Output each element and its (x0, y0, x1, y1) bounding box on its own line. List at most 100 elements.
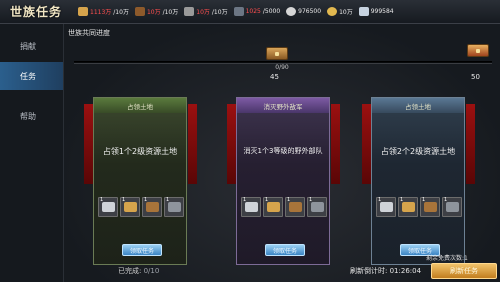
task-card: 占领土地 占领1个2级资源土地 1 1 1 1 领取任务 (93, 97, 187, 265)
claim-task-button[interactable]: 领取任务 (265, 244, 305, 256)
task-card: 占领土地 占领2个2级资源土地 1 1 1 1 领取任务 (371, 97, 465, 265)
red-banner (84, 104, 93, 184)
wheat-icon (402, 202, 415, 212)
reward-qty: 1 (287, 197, 291, 203)
reward-qty: 1 (400, 197, 404, 203)
resource-cap: /5000 (262, 8, 281, 15)
reward-qty: 1 (144, 197, 148, 203)
resource-value: 10万 (146, 9, 161, 16)
reward-list: 1 1 1 1 (98, 197, 184, 217)
task-title: 消灭野外敌军 (237, 98, 329, 113)
reward-qty: 1 (243, 197, 247, 203)
wood-icon (289, 202, 302, 212)
resource-stone: 10万/10万 (184, 7, 228, 16)
resource-cap: /10万 (211, 9, 228, 16)
main-panel: 世族共同进度 0/90 45 50 占领土地 占领1个2级资源土地 1 1 1 … (64, 24, 500, 282)
reward-item[interactable]: 1 (376, 197, 396, 217)
resource-value: 10万 (339, 9, 353, 16)
refresh-tasks-button[interactable]: 刷新任务 (431, 263, 497, 279)
resource-cap: /10万 (162, 9, 179, 16)
reward-qty: 1 (422, 197, 426, 203)
stone-icon (168, 202, 181, 212)
reward-qty: 1 (378, 197, 382, 203)
resource-iron: 1025/5000 (233, 7, 281, 16)
silver-ingot-icon (380, 202, 393, 212)
treasure-chest-icon[interactable] (266, 47, 288, 60)
milestone-label: 50 (471, 73, 480, 81)
reward-item[interactable]: 1 (164, 197, 184, 217)
red-banner (227, 104, 236, 184)
resource-coin: 10万 (327, 7, 353, 16)
coin-icon (327, 7, 338, 16)
wheat-icon (267, 202, 280, 212)
stone-icon (446, 202, 459, 212)
resource-cap: /10万 (113, 9, 129, 16)
resource-value: 999584 (370, 8, 394, 15)
completed-status: 已完成: 0/10 (118, 266, 159, 276)
silver-ingot-icon (245, 202, 258, 212)
wheat-icon (124, 202, 137, 212)
task-title: 占领土地 (372, 98, 464, 113)
tab-donate[interactable]: 捐献 (0, 32, 63, 60)
refresh-countdown-value: 01:26:04 (389, 267, 422, 275)
task-card: 消灭野外敌军 消灭1个3等级的野外部队 1 1 1 1 领取任务 (236, 97, 330, 265)
resource-silver: 976500 (286, 7, 321, 16)
refresh-countdown-label: 刷新倒计时: (350, 267, 388, 275)
resource-wheat: 1113万/10万 (78, 7, 129, 16)
page-title: 世族任务 (9, 5, 62, 19)
wood-icon (146, 202, 159, 212)
wheat-icon (78, 7, 88, 16)
resource-value: 976500 (298, 8, 322, 15)
resource-value: 1025 (245, 8, 261, 15)
red-banner (466, 104, 475, 184)
milestone-label: 45 (270, 73, 279, 81)
task-description: 占领2个2级资源土地 (380, 147, 456, 156)
reward-qty: 1 (444, 197, 448, 203)
resource-wood: 10万/10万 (134, 7, 179, 16)
task-description: 占领1个2级资源土地 (102, 147, 178, 156)
sidebar: 捐献 任务 帮助 (0, 24, 64, 282)
reward-qty: 1 (100, 197, 104, 203)
task-title: 占领土地 (94, 98, 186, 113)
reward-list: 1 1 1 1 (241, 197, 327, 217)
reward-item[interactable]: 1 (263, 197, 283, 217)
reward-item[interactable]: 1 (120, 197, 140, 217)
reward-item[interactable]: 1 (142, 197, 162, 217)
wood-icon (424, 202, 437, 212)
reward-item[interactable]: 1 (307, 197, 327, 217)
progress-count: 0/90 (275, 64, 289, 71)
reward-item[interactable]: 1 (285, 197, 305, 217)
reward-item[interactable]: 1 (442, 197, 462, 217)
wood-icon (134, 7, 145, 16)
reward-list: 1 1 1 1 (376, 197, 462, 217)
reward-qty: 1 (122, 197, 126, 203)
completed-label: 已完成: (118, 267, 142, 275)
tab-help[interactable]: 帮助 (0, 102, 63, 130)
reward-item[interactable]: 1 (420, 197, 440, 217)
reward-qty: 1 (166, 197, 170, 203)
resource-gem: 999584 (358, 7, 394, 16)
free-refresh-count: 剩余免费次数:1 (426, 255, 468, 262)
progress-title: 世族共同进度 (68, 29, 110, 37)
silver-icon (286, 7, 297, 16)
red-banner (331, 104, 340, 184)
refresh-countdown: 刷新倒计时: 01:26:04 (350, 266, 421, 276)
red-banner (188, 104, 197, 184)
iron-icon (233, 7, 244, 16)
reward-item[interactable]: 1 (241, 197, 261, 217)
resource-value: 10万 (196, 9, 210, 16)
resource-value: 1113万 (90, 9, 112, 16)
stone-icon (311, 202, 324, 212)
reward-qty: 1 (309, 197, 313, 203)
reward-qty: 1 (265, 197, 269, 203)
task-description: 消灭1个3等级的野外部队 (243, 147, 323, 155)
reward-item[interactable]: 1 (398, 197, 418, 217)
reward-item[interactable]: 1 (98, 197, 118, 217)
claim-task-button[interactable]: 领取任务 (122, 244, 162, 256)
stone-icon (184, 7, 195, 16)
gem-icon (358, 7, 369, 16)
tab-tasks[interactable]: 任务 (0, 62, 63, 90)
treasure-chest-icon[interactable] (467, 44, 489, 57)
silver-ingot-icon (102, 202, 115, 212)
top-bar: 世族任务 1113万/10万 10万/10万 10万/10万 1025/5000… (0, 0, 500, 24)
